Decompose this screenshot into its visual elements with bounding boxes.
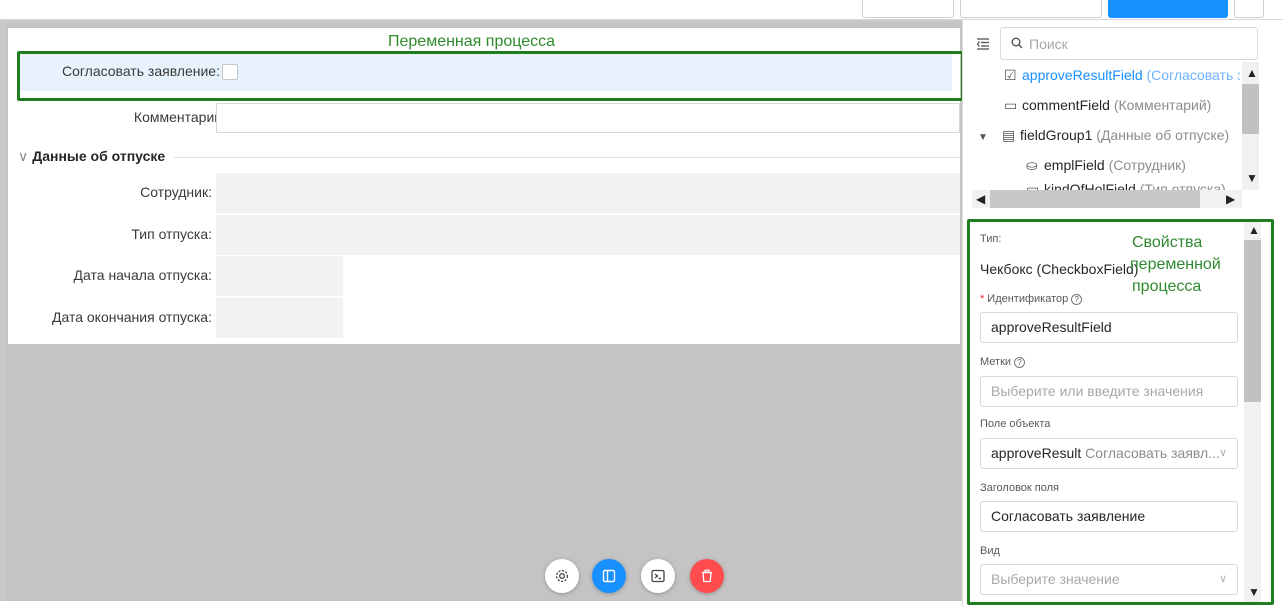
properties-caption-line: процесса bbox=[1132, 278, 1202, 295]
type-value: Чекбокс (CheckboxField) bbox=[980, 261, 1139, 277]
tree-node-comment[interactable]: ▭ commentField (Комментарий) bbox=[1004, 97, 1211, 114]
chevron-down-icon: ∨ bbox=[1218, 573, 1227, 585]
tree-node-name: emplField bbox=[1044, 157, 1105, 173]
type-label: Тип: bbox=[980, 233, 1002, 245]
start-date-label: Дата начала отпуска: bbox=[73, 267, 212, 283]
trash-icon bbox=[702, 569, 712, 583]
group-divider bbox=[174, 157, 960, 158]
comment-row[interactable]: Комментарий: bbox=[22, 99, 966, 137]
tree-node-name: fieldGroup1 bbox=[1020, 127, 1093, 143]
props-vscroll-thumb[interactable] bbox=[1244, 240, 1261, 402]
start-date-row[interactable]: Дата начала отпуска: bbox=[14, 256, 958, 296]
chevron-down-icon: ∨ bbox=[1218, 447, 1227, 459]
delete-button[interactable] bbox=[690, 559, 724, 593]
tree-vscroll-thumb[interactable] bbox=[1242, 84, 1259, 134]
tree-node-name: commentField bbox=[1022, 97, 1110, 113]
identifier-label-text: Идентификатор bbox=[987, 293, 1069, 305]
tree-node-holiday-type[interactable]: ▭ kindOfHolField (Тип отпуска) bbox=[1026, 181, 1226, 190]
help-icon[interactable]: ? bbox=[1014, 356, 1026, 368]
tags-label-text: Метки bbox=[980, 356, 1012, 368]
search-icon bbox=[1011, 37, 1023, 49]
terminal-icon bbox=[651, 569, 665, 583]
scroll-down-icon[interactable]: ▼ bbox=[1246, 172, 1258, 184]
tags-label: Метки? bbox=[980, 356, 1026, 368]
object-field-label: Поле объекта bbox=[980, 418, 1051, 430]
scroll-right-icon[interactable]: ▶ bbox=[1226, 193, 1235, 205]
select-icon: ▭ bbox=[1026, 181, 1040, 190]
start-date-field[interactable] bbox=[216, 256, 343, 296]
console-button[interactable] bbox=[641, 559, 675, 593]
employee-label: Сотрудник: bbox=[140, 184, 212, 200]
checkbox-icon: ☑ bbox=[1004, 67, 1017, 83]
field-title-input[interactable]: Согласовать заявление bbox=[980, 501, 1238, 532]
toolbar-button-1[interactable] bbox=[862, 0, 954, 18]
holiday-type-label: Тип отпуска: bbox=[131, 226, 212, 242]
scroll-left-icon[interactable]: ◀ bbox=[976, 193, 985, 205]
properties-caption-line: переменной bbox=[1130, 256, 1221, 273]
tags-input[interactable]: Выберите или введите значения bbox=[980, 376, 1238, 407]
scroll-up-icon[interactable]: ▲ bbox=[1248, 224, 1260, 236]
tree-search-input[interactable]: Поиск bbox=[1000, 27, 1258, 60]
toolbar-primary-button[interactable] bbox=[1108, 0, 1228, 18]
collapse-tree-icon[interactable] bbox=[976, 37, 990, 53]
settings-button[interactable] bbox=[545, 559, 579, 593]
scroll-up-icon[interactable]: ▲ bbox=[1246, 67, 1258, 79]
object-field-caption: Согласовать заявл... bbox=[1085, 445, 1220, 461]
search-placeholder: Поиск bbox=[1029, 36, 1068, 52]
tree-hscroll-thumb[interactable] bbox=[990, 190, 1200, 208]
end-date-field[interactable] bbox=[216, 298, 343, 338]
layout-icon bbox=[602, 569, 616, 583]
comment-input[interactable] bbox=[216, 103, 960, 133]
bottom-border bbox=[0, 601, 962, 607]
comment-label: Комментарий: bbox=[133, 109, 226, 125]
employee-row[interactable]: Сотрудник: bbox=[14, 173, 960, 213]
tree-node-sub: (Комментарий) bbox=[1113, 97, 1212, 113]
user-field-icon: ⛀ bbox=[1026, 157, 1038, 173]
identifier-input[interactable]: approveResultField bbox=[980, 312, 1238, 343]
tree-node-sub: (Данные об отпуске) bbox=[1096, 127, 1230, 143]
view-select[interactable]: Выберите значение ∨ bbox=[980, 564, 1238, 595]
end-date-row[interactable]: Дата окончания отпуска: bbox=[14, 298, 958, 338]
group-title[interactable]: ∨ Данные об отпуске bbox=[18, 148, 165, 165]
object-field-value: approveResult bbox=[991, 445, 1082, 461]
approve-result-checkbox[interactable] bbox=[222, 64, 238, 80]
toolbar-button-2[interactable] bbox=[960, 0, 1102, 18]
tree-node-sub: (Сотрудник) bbox=[1108, 157, 1186, 173]
properties-caption-line: Свойства bbox=[1132, 234, 1203, 251]
caret-down-icon[interactable]: ▼ bbox=[978, 132, 998, 143]
employee-field[interactable] bbox=[216, 173, 960, 213]
properties-caption: Свойства переменной процесса bbox=[1130, 232, 1221, 298]
tree-node-name: approveResultField bbox=[1022, 67, 1143, 83]
group-icon: ▤ bbox=[1002, 127, 1016, 143]
approve-result-row[interactable]: Согласовать заявление: bbox=[20, 53, 952, 91]
scroll-down-icon[interactable]: ▼ bbox=[1248, 586, 1260, 598]
gear-icon bbox=[555, 569, 569, 583]
tree-node-sub: (Тип отпуска) bbox=[1139, 181, 1226, 190]
identifier-label: * Идентификатор? bbox=[980, 293, 1083, 305]
tree-node-employee[interactable]: ⛀ emplField (Сотрудник) bbox=[1026, 157, 1186, 174]
process-variable-caption: Переменная процесса bbox=[388, 33, 556, 50]
tree-node-sub: (Согласовать зая bbox=[1146, 67, 1240, 83]
tree-node-field-group[interactable]: ▼ ▤ fieldGroup1 (Данные об отпуске) bbox=[978, 127, 1229, 144]
holiday-type-row[interactable]: Тип отпуска: bbox=[14, 215, 960, 255]
top-toolbar bbox=[0, 0, 1283, 20]
field-title-label: Заголовок поля bbox=[980, 482, 1059, 494]
group-title-text: Данные об отпуске bbox=[32, 148, 166, 164]
tree-node-clip: ▭ kindOfHolField (Тип отпуска) bbox=[1026, 181, 1240, 190]
tree-node-name: kindOfHolField bbox=[1044, 181, 1136, 190]
toolbar-more-button[interactable] bbox=[1234, 0, 1264, 18]
view-label: Вид bbox=[980, 545, 1000, 557]
chevron-down-icon[interactable]: ∨ bbox=[18, 148, 28, 164]
textfield-icon: ▭ bbox=[1004, 97, 1018, 113]
approve-result-label: Согласовать заявление: bbox=[61, 63, 220, 79]
layout-button[interactable] bbox=[592, 559, 626, 593]
help-icon[interactable]: ? bbox=[1071, 293, 1083, 305]
tree-node-approve-result[interactable]: ☑ approveResultField (Согласовать зая bbox=[1004, 67, 1240, 84]
view-placeholder: Выберите значение bbox=[991, 571, 1120, 587]
object-field-select[interactable]: approveResult Согласовать заявл... ∨ bbox=[980, 438, 1238, 469]
end-date-label: Дата окончания отпуска: bbox=[51, 309, 212, 325]
holiday-type-field[interactable] bbox=[216, 215, 960, 255]
